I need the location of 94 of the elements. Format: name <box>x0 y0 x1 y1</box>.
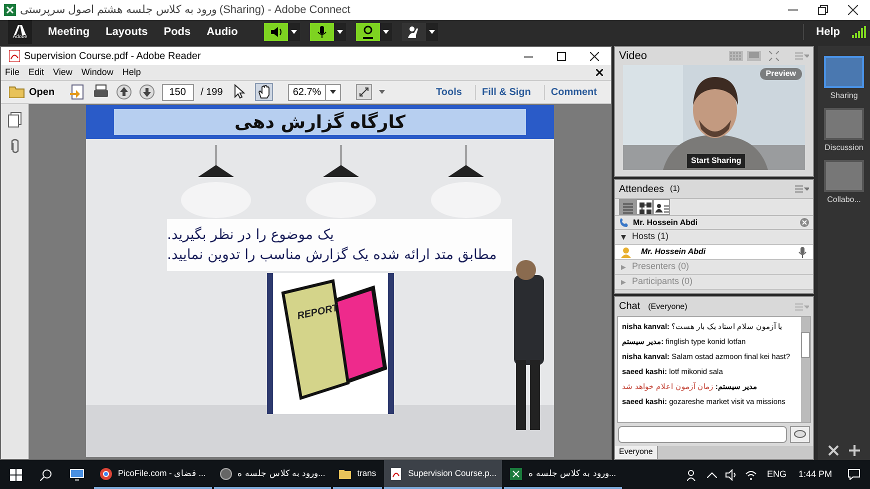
menu-item[interactable]: View <box>53 66 72 80</box>
attendee-name: Mr. Hossein Abdi <box>641 246 706 258</box>
menu-item[interactable]: File <box>5 66 20 80</box>
expanded-arrow-icon <box>621 234 626 240</box>
add-icon[interactable] <box>849 445 860 456</box>
open-button[interactable]: Open <box>9 84 63 100</box>
app-icon <box>4 4 16 16</box>
pdf-icon <box>390 468 402 480</box>
caret-icon[interactable] <box>290 30 297 34</box>
microphone-icon <box>314 25 329 39</box>
signal-icon <box>852 26 866 38</box>
caller-name: Mr. Hossein Abdi <box>633 216 698 228</box>
wifi-icon[interactable] <box>744 470 757 480</box>
camera-toggle[interactable] <box>356 23 380 41</box>
menu-item[interactable]: Audio <box>198 24 246 40</box>
collapsed-arrow-icon <box>621 280 626 284</box>
speaker-icon <box>268 25 283 39</box>
breakout-view-icon[interactable] <box>636 199 653 215</box>
taskbar-app[interactable]: ورود به کلاس جلسه ه... <box>504 460 622 489</box>
panel-link[interactable]: Comment <box>544 84 603 100</box>
pod-title: Chat <box>619 300 640 314</box>
volume-icon[interactable] <box>724 468 737 480</box>
maximize-icon[interactable] <box>557 52 566 60</box>
notification-icon[interactable] <box>848 469 860 480</box>
delete-icon[interactable] <box>828 445 839 456</box>
menu-item[interactable]: Meeting <box>40 24 98 40</box>
slide-text: مطابق متد ارائه شده یک گزارش مناسب را تدوین نمایید. <box>167 246 497 265</box>
zoom-dropdown[interactable]: 62.7% <box>288 84 342 100</box>
speaker-toggle[interactable] <box>264 23 288 41</box>
menu-icon[interactable] <box>795 185 809 193</box>
panel-link[interactable]: Fill & Sign <box>474 84 537 100</box>
send-button[interactable] <box>790 426 810 442</box>
hand-icon[interactable] <box>254 83 273 101</box>
page-number-field[interactable]: 150 <box>162 84 194 100</box>
search-icon[interactable] <box>40 468 52 480</box>
windows-logo-icon[interactable] <box>10 468 22 480</box>
slide-text: یک موضوع را در نظر بگیرید. <box>167 226 334 245</box>
pages-icon[interactable] <box>8 112 22 128</box>
camera-icon <box>360 25 375 39</box>
language-indicator[interactable]: ENG <box>766 468 786 482</box>
microphone-toggle[interactable] <box>310 23 334 41</box>
folder-icon <box>339 468 352 480</box>
browser-icon <box>100 468 112 480</box>
group-header[interactable]: Hosts (1) <box>615 230 813 245</box>
document-icon[interactable] <box>70 84 86 100</box>
host-icon <box>621 246 631 258</box>
status-view-icon[interactable] <box>653 199 670 215</box>
microphone-icon <box>798 246 807 258</box>
close-icon[interactable] <box>848 5 858 15</box>
page-total: / 199 <box>200 86 223 100</box>
caret-icon[interactable] <box>382 30 389 34</box>
close-icon[interactable] <box>590 52 599 60</box>
phone-icon <box>619 218 629 228</box>
pod-title: Attendees <box>619 182 664 196</box>
caret-icon[interactable] <box>428 30 435 34</box>
caret-icon <box>330 90 336 94</box>
chat-audience: (Everyone) <box>648 300 688 313</box>
chat-input[interactable] <box>618 426 787 442</box>
hand-icon <box>406 25 421 39</box>
hand-toggle[interactable] <box>402 23 426 41</box>
slide-title: کارگاه گزارش دهی <box>114 109 526 135</box>
preview-badge: Preview <box>760 68 802 80</box>
paperclip-icon[interactable] <box>8 138 20 154</box>
menu-item[interactable]: Pods <box>156 24 199 40</box>
chat-bubble-icon <box>794 430 806 438</box>
scrollbar[interactable] <box>801 317 810 422</box>
folder-icon <box>9 86 25 98</box>
reader-title: Supervision Course.pdf - Adobe Reader <box>24 50 201 64</box>
book-title: REPORT <box>296 302 340 324</box>
chevron-up-icon[interactable] <box>706 472 717 478</box>
caret-icon[interactable] <box>336 30 343 34</box>
menu-item[interactable]: Help <box>122 66 141 80</box>
taskbar-app[interactable]: PicoFile.com - فضای ... <box>94 460 212 489</box>
menu-item[interactable]: Window <box>81 66 114 80</box>
list-view-icon[interactable] <box>619 199 636 215</box>
panel-link[interactable]: Tools <box>430 84 468 100</box>
window-title: ورود به کلاس جلسه هشتم اصول سرپرستی (Sharing) - Adobe Connect <box>20 2 350 18</box>
taskbar-app[interactable]: ورود به کلاس جلسه ه... <box>214 460 332 489</box>
pod-title: Video <box>619 48 647 64</box>
close-icon[interactable] <box>596 69 603 76</box>
taskbar-app[interactable]: trans <box>333 460 382 489</box>
attendee-count: (1) <box>670 183 680 195</box>
taskbar-app[interactable]: Supervision Course.p... <box>384 460 502 489</box>
restore-icon[interactable] <box>818 5 828 15</box>
collapsed-arrow-icon <box>621 264 626 270</box>
start-sharing-button[interactable]: Start Sharing <box>687 154 746 168</box>
chat-tab[interactable]: Everyone <box>615 446 658 459</box>
menu-item[interactable]: Edit <box>28 66 44 80</box>
print-icon[interactable] <box>92 84 109 100</box>
clock[interactable]: 1:44 PM <box>798 468 832 482</box>
monitor-icon[interactable] <box>70 468 84 480</box>
pdf-icon <box>9 50 20 62</box>
fit-page-icon[interactable] <box>356 84 372 100</box>
menu-item[interactable]: Layouts <box>98 24 156 40</box>
